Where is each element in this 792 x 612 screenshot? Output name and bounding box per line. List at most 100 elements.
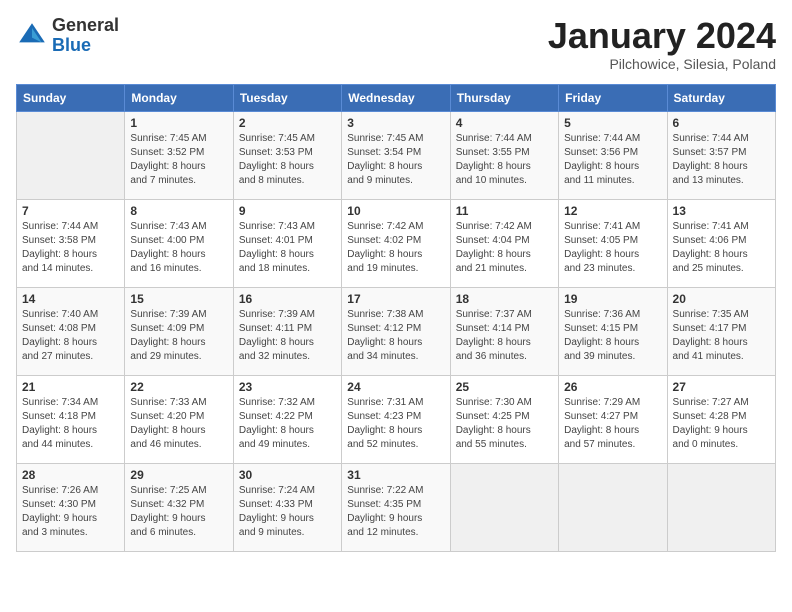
day-number: 12 xyxy=(564,204,661,218)
day-info: Sunrise: 7:35 AM Sunset: 4:17 PM Dayligh… xyxy=(673,308,770,364)
day-info: Sunrise: 7:43 AM Sunset: 4:00 PM Dayligh… xyxy=(130,220,227,276)
day-number: 15 xyxy=(130,292,227,306)
day-info: Sunrise: 7:29 AM Sunset: 4:27 PM Dayligh… xyxy=(564,396,661,452)
day-info: Sunrise: 7:41 AM Sunset: 4:05 PM Dayligh… xyxy=(564,220,661,276)
day-number: 6 xyxy=(673,116,770,130)
calendar-cell: 9Sunrise: 7:43 AM Sunset: 4:01 PM Daylig… xyxy=(233,199,341,287)
day-number: 18 xyxy=(456,292,553,306)
day-number: 23 xyxy=(239,380,336,394)
week-row-3: 21 Sunrise: 7:34 AM Sunset: 4:18 PM Dayli… xyxy=(17,375,776,463)
calendar-cell: 16 Sunrise: 7:39 AM Sunset: 4:11 PM Dayli… xyxy=(233,287,341,375)
calendar-cell: 21 Sunrise: 7:34 AM Sunset: 4:18 PM Dayli… xyxy=(17,375,125,463)
day-info: Sunrise: 7:22 AM Sunset: 4:35 PM Dayligh… xyxy=(347,484,444,540)
calendar-cell: 27Sunrise: 7:27 AM Sunset: 4:28 PM Dayli… xyxy=(667,375,775,463)
day-number: 24 xyxy=(347,380,444,394)
calendar-cell: 4 Sunrise: 7:44 AM Sunset: 3:55 PM Daylig… xyxy=(450,111,558,199)
day-info: Sunrise: 7:27 AM Sunset: 4:28 PM Dayligh… xyxy=(673,396,770,452)
header: General Blue January 2024 Pilchowice, Si… xyxy=(16,16,776,72)
day-info: Sunrise: 7:34 AM Sunset: 4:18 PM Dayligh… xyxy=(22,396,119,452)
day-info: Sunrise: 7:39 AM Sunset: 4:11 PM Dayligh… xyxy=(239,308,336,364)
calendar-cell: 28 Sunrise: 7:26 AM Sunset: 4:30 PM Dayli… xyxy=(17,463,125,551)
calendar-cell xyxy=(450,463,558,551)
day-number: 5 xyxy=(564,116,661,130)
calendar-cell xyxy=(667,463,775,551)
location-subtitle: Pilchowice, Silesia, Poland xyxy=(548,56,776,72)
day-info: Sunrise: 7:33 AM Sunset: 4:20 PM Dayligh… xyxy=(130,396,227,452)
week-row-1: 7 Sunrise: 7:44 AM Sunset: 3:58 PM Daylig… xyxy=(17,199,776,287)
calendar-table: SundayMondayTuesdayWednesdayThursdayFrid… xyxy=(16,84,776,552)
calendar-cell: 25Sunrise: 7:30 AM Sunset: 4:25 PM Dayli… xyxy=(450,375,558,463)
weekday-header-row: SundayMondayTuesdayWednesdayThursdayFrid… xyxy=(17,84,776,111)
day-info: Sunrise: 7:24 AM Sunset: 4:33 PM Dayligh… xyxy=(239,484,336,540)
day-info: Sunrise: 7:36 AM Sunset: 4:15 PM Dayligh… xyxy=(564,308,661,364)
day-number: 4 xyxy=(456,116,553,130)
day-number: 10 xyxy=(347,204,444,218)
logo-general: General xyxy=(52,16,119,36)
weekday-header-monday: Monday xyxy=(125,84,233,111)
calendar-cell: 31 Sunrise: 7:22 AM Sunset: 4:35 PM Dayli… xyxy=(342,463,450,551)
day-number: 2 xyxy=(239,116,336,130)
day-number: 20 xyxy=(673,292,770,306)
week-row-2: 14 Sunrise: 7:40 AM Sunset: 4:08 PM Dayli… xyxy=(17,287,776,375)
day-number: 17 xyxy=(347,292,444,306)
day-info: Sunrise: 7:44 AM Sunset: 3:56 PM Dayligh… xyxy=(564,132,661,188)
day-number: 16 xyxy=(239,292,336,306)
week-row-0: 1 Sunrise: 7:45 AM Sunset: 3:52 PM Daylig… xyxy=(17,111,776,199)
day-info: Sunrise: 7:31 AM Sunset: 4:23 PM Dayligh… xyxy=(347,396,444,452)
calendar-cell: 17 Sunrise: 7:38 AM Sunset: 4:12 PM Dayli… xyxy=(342,287,450,375)
day-info: Sunrise: 7:45 AM Sunset: 3:54 PM Dayligh… xyxy=(347,132,444,188)
day-info: Sunrise: 7:42 AM Sunset: 4:04 PM Dayligh… xyxy=(456,220,553,276)
calendar-cell: 3 Sunrise: 7:45 AM Sunset: 3:54 PM Daylig… xyxy=(342,111,450,199)
day-info: Sunrise: 7:39 AM Sunset: 4:09 PM Dayligh… xyxy=(130,308,227,364)
day-info: Sunrise: 7:44 AM Sunset: 3:55 PM Dayligh… xyxy=(456,132,553,188)
calendar-cell: 7 Sunrise: 7:44 AM Sunset: 3:58 PM Daylig… xyxy=(17,199,125,287)
day-info: Sunrise: 7:38 AM Sunset: 4:12 PM Dayligh… xyxy=(347,308,444,364)
calendar-cell: 30Sunrise: 7:24 AM Sunset: 4:33 PM Dayli… xyxy=(233,463,341,551)
day-info: Sunrise: 7:32 AM Sunset: 4:22 PM Dayligh… xyxy=(239,396,336,452)
calendar-cell: 26Sunrise: 7:29 AM Sunset: 4:27 PM Dayli… xyxy=(559,375,667,463)
day-number: 3 xyxy=(347,116,444,130)
day-info: Sunrise: 7:42 AM Sunset: 4:02 PM Dayligh… xyxy=(347,220,444,276)
weekday-header-thursday: Thursday xyxy=(450,84,558,111)
calendar-cell: 29Sunrise: 7:25 AM Sunset: 4:32 PM Dayli… xyxy=(125,463,233,551)
weekday-header-friday: Friday xyxy=(559,84,667,111)
calendar-cell: 14 Sunrise: 7:40 AM Sunset: 4:08 PM Dayli… xyxy=(17,287,125,375)
calendar-cell: 24 Sunrise: 7:31 AM Sunset: 4:23 PM Dayli… xyxy=(342,375,450,463)
calendar-cell xyxy=(17,111,125,199)
calendar-cell: 20 Sunrise: 7:35 AM Sunset: 4:17 PM Dayli… xyxy=(667,287,775,375)
calendar-cell: 10 Sunrise: 7:42 AM Sunset: 4:02 PM Dayli… xyxy=(342,199,450,287)
day-number: 11 xyxy=(456,204,553,218)
day-info: Sunrise: 7:44 AM Sunset: 3:57 PM Dayligh… xyxy=(673,132,770,188)
calendar-cell: 12 Sunrise: 7:41 AM Sunset: 4:05 PM Dayli… xyxy=(559,199,667,287)
day-info: Sunrise: 7:26 AM Sunset: 4:30 PM Dayligh… xyxy=(22,484,119,540)
calendar-cell: 13Sunrise: 7:41 AM Sunset: 4:06 PM Dayli… xyxy=(667,199,775,287)
title-area: January 2024 Pilchowice, Silesia, Poland xyxy=(548,16,776,72)
day-number: 14 xyxy=(22,292,119,306)
day-info: Sunrise: 7:45 AM Sunset: 3:53 PM Dayligh… xyxy=(239,132,336,188)
day-number: 28 xyxy=(22,468,119,482)
day-number: 1 xyxy=(130,116,227,130)
day-number: 25 xyxy=(456,380,553,394)
day-number: 13 xyxy=(673,204,770,218)
weekday-header-sunday: Sunday xyxy=(17,84,125,111)
calendar-cell: 8Sunrise: 7:43 AM Sunset: 4:00 PM Daylig… xyxy=(125,199,233,287)
day-number: 19 xyxy=(564,292,661,306)
day-info: Sunrise: 7:37 AM Sunset: 4:14 PM Dayligh… xyxy=(456,308,553,364)
day-number: 31 xyxy=(347,468,444,482)
day-info: Sunrise: 7:45 AM Sunset: 3:52 PM Dayligh… xyxy=(130,132,227,188)
day-number: 7 xyxy=(22,204,119,218)
logo-icon xyxy=(16,20,48,52)
calendar-cell: 22Sunrise: 7:33 AM Sunset: 4:20 PM Dayli… xyxy=(125,375,233,463)
calendar-cell: 18 Sunrise: 7:37 AM Sunset: 4:14 PM Dayli… xyxy=(450,287,558,375)
calendar-cell: 6 Sunrise: 7:44 AM Sunset: 3:57 PM Daylig… xyxy=(667,111,775,199)
calendar-cell: 2 Sunrise: 7:45 AM Sunset: 3:53 PM Daylig… xyxy=(233,111,341,199)
day-number: 9 xyxy=(239,204,336,218)
day-info: Sunrise: 7:44 AM Sunset: 3:58 PM Dayligh… xyxy=(22,220,119,276)
day-number: 21 xyxy=(22,380,119,394)
weekday-header-tuesday: Tuesday xyxy=(233,84,341,111)
calendar-cell: 23 Sunrise: 7:32 AM Sunset: 4:22 PM Dayli… xyxy=(233,375,341,463)
day-number: 29 xyxy=(130,468,227,482)
weekday-header-saturday: Saturday xyxy=(667,84,775,111)
calendar-cell: 15 Sunrise: 7:39 AM Sunset: 4:09 PM Dayli… xyxy=(125,287,233,375)
day-info: Sunrise: 7:40 AM Sunset: 4:08 PM Dayligh… xyxy=(22,308,119,364)
